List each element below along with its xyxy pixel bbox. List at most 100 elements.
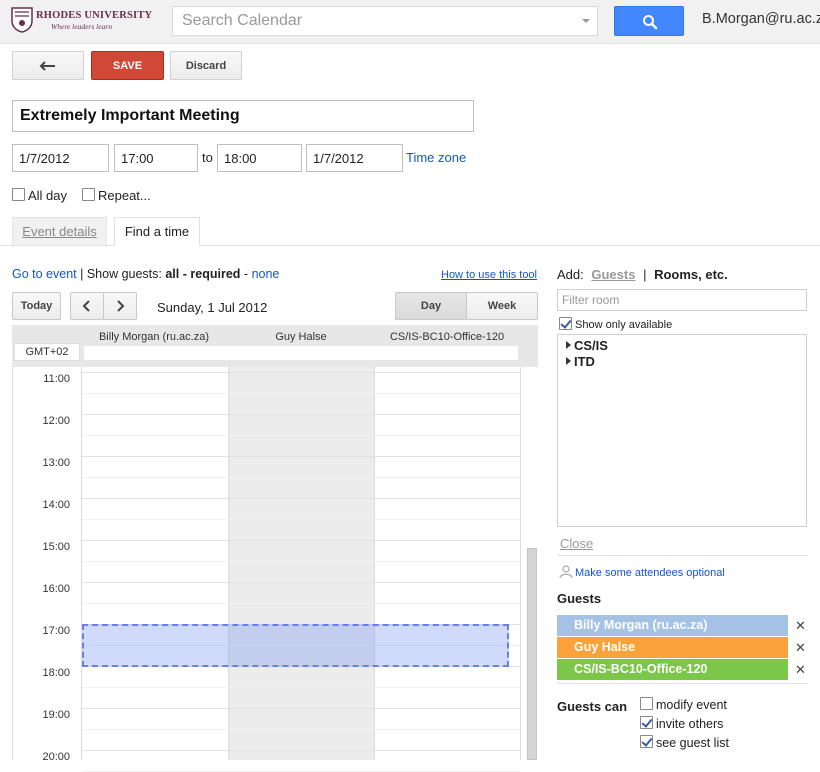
hour-gridline — [82, 414, 520, 415]
guest-chip-room[interactable]: CS/IS-BC10-Office-120 — [557, 659, 788, 680]
search-input[interactable] — [173, 7, 563, 35]
repeat-label: Repeat... — [98, 188, 151, 203]
logo-tagline: Where leaders learn — [51, 22, 112, 31]
show-only-available-label: Show only available — [575, 319, 673, 331]
modify-event-checkbox[interactable] — [640, 697, 653, 710]
end-date-input[interactable]: 1/7/2012 — [306, 144, 403, 172]
column-title-room: CS/IS-BC10-Office-120 — [389, 331, 505, 343]
half-hour-gridline — [82, 477, 520, 478]
back-arrow-icon — [39, 60, 55, 71]
person-icon — [559, 565, 573, 579]
tab-find-a-time[interactable]: Find a time — [114, 217, 200, 246]
show-required-option[interactable]: required — [190, 267, 240, 281]
start-time-input[interactable]: 17:00 — [114, 144, 198, 172]
see-guest-list-label: see guest list — [656, 736, 729, 750]
option-separator: - — [243, 267, 249, 281]
search-box[interactable] — [172, 6, 598, 36]
half-hour-gridline — [82, 435, 520, 436]
discard-button[interactable]: Discard — [170, 51, 242, 80]
search-icon — [643, 15, 658, 30]
hour-gridline — [82, 498, 520, 499]
hour-gridline — [82, 708, 520, 709]
week-view-button[interactable]: Week — [466, 292, 538, 320]
hour-label: 18:00 — [42, 667, 70, 679]
all-day-label: All day — [28, 188, 68, 203]
repeat-checkbox[interactable] — [82, 188, 95, 201]
tab-guests[interactable]: Guests — [591, 267, 635, 282]
hour-label: 17:00 — [42, 625, 70, 637]
hour-gridline — [82, 750, 520, 751]
show-only-available-checkbox[interactable] — [559, 317, 572, 330]
make-optional-link[interactable]: Make some attendees optional — [575, 567, 725, 579]
column-title-guy-halse: Guy Halse — [275, 331, 327, 343]
hour-label: 11:00 — [43, 373, 70, 385]
search-button[interactable] — [614, 6, 684, 36]
chevron-right-icon — [117, 300, 125, 312]
hour-label: 14:00 — [42, 499, 70, 511]
half-hour-gridline — [82, 603, 520, 604]
guests-can-label: Guests can — [557, 699, 628, 714]
divider — [557, 683, 808, 684]
close-link[interactable]: Close — [560, 536, 593, 551]
university-logo[interactable]: RHODES UNIVERSITY Where leaders learn — [11, 7, 152, 35]
show-guests-label: | Show guests: — [80, 267, 162, 281]
search-options-dropdown-icon[interactable] — [582, 19, 590, 23]
room-group-cs-is[interactable]: CS/IS — [574, 338, 608, 353]
invite-others-label: invite others — [656, 717, 724, 731]
time-zone-link[interactable]: Time zone — [406, 150, 466, 165]
remove-guest-icon[interactable]: ✕ — [795, 662, 806, 678]
logo-name: RHODES UNIVERSITY — [36, 10, 153, 21]
previous-day-button[interactable] — [70, 292, 104, 320]
timezone-label: GMT+02 — [14, 343, 80, 361]
next-day-button[interactable] — [103, 292, 137, 320]
current-date-label: Sunday, 1 Jul 2012 — [157, 300, 268, 315]
hour-gridline — [82, 540, 520, 541]
remove-guest-icon[interactable]: ✕ — [795, 618, 806, 634]
show-none-option[interactable]: none — [252, 267, 280, 281]
see-guest-list-checkbox[interactable] — [640, 735, 653, 748]
hour-label: 13:00 — [42, 457, 70, 469]
to-label: to — [202, 150, 213, 165]
hour-label: 16:00 — [42, 583, 70, 595]
guest-chip-billy-morgan[interactable]: Billy Morgan (ru.ac.za) — [557, 615, 788, 636]
show-all-option[interactable]: all — [165, 267, 179, 281]
add-tabs-row: Add: Guests | Rooms, etc. — [557, 267, 728, 282]
how-to-use-link[interactable]: How to use this tool — [441, 269, 537, 281]
tab-rooms[interactable]: Rooms, etc. — [654, 267, 728, 282]
tab-separator: | — [643, 267, 647, 282]
divider — [557, 555, 808, 556]
half-hour-gridline — [82, 561, 520, 562]
half-hour-gridline — [82, 729, 520, 730]
all-day-checkbox[interactable] — [12, 188, 25, 201]
all-day-row[interactable] — [84, 346, 518, 360]
hour-label: 20:00 — [42, 751, 70, 763]
hour-label: 12:00 — [42, 415, 70, 427]
calendar-scrollbar[interactable] — [527, 548, 537, 760]
expand-triangle-icon[interactable] — [566, 341, 571, 349]
go-to-event-link[interactable]: Go to event — [12, 267, 77, 281]
selected-time-block[interactable] — [82, 624, 509, 667]
expand-triangle-icon[interactable] — [566, 357, 571, 365]
event-title-input[interactable]: Extremely Important Meeting — [12, 100, 474, 132]
column-divider — [228, 367, 229, 760]
invite-others-checkbox[interactable] — [640, 716, 653, 729]
today-button[interactable]: Today — [12, 292, 61, 320]
save-button[interactable]: SAVE — [91, 51, 164, 80]
guest-chip-guy-halse[interactable]: Guy Halse — [557, 637, 788, 658]
tab-event-details[interactable]: Event details — [12, 217, 107, 245]
room-group-itd[interactable]: ITD — [574, 354, 595, 369]
user-account-email[interactable]: B.Morgan@ru.ac.za — [702, 11, 820, 27]
filter-room-input[interactable]: Filter room — [557, 289, 807, 311]
end-time-input[interactable]: 18:00 — [217, 144, 302, 172]
column-divider — [520, 367, 521, 760]
chevron-left-icon — [82, 300, 90, 312]
day-view-button[interactable]: Day — [395, 292, 467, 320]
back-button[interactable] — [12, 51, 84, 80]
remove-guest-icon[interactable]: ✕ — [795, 640, 806, 656]
column-divider — [81, 367, 82, 760]
modify-event-label: modify event — [656, 698, 727, 712]
half-hour-gridline — [82, 519, 520, 520]
guest-filter-row: Go to event | Show guests: all - require… — [12, 267, 279, 281]
start-date-input[interactable]: 1/7/2012 — [12, 144, 109, 172]
add-label: Add: — [557, 267, 584, 282]
